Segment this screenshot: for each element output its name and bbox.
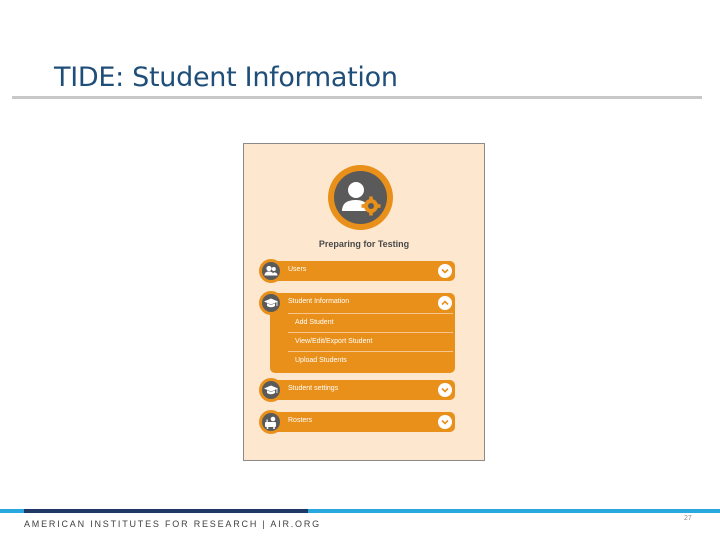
slide-title: TIDE: Student Information (54, 62, 398, 93)
footer-divider-accent (24, 509, 308, 513)
menu-student-information-label: Student Information (288, 298, 350, 305)
tide-screenshot: Preparing for Testing Users Student Info… (243, 143, 485, 461)
submenu-add-student[interactable]: Add Student (288, 313, 453, 332)
submenu-view-edit-export-label: View/Edit/Export Student (295, 338, 373, 345)
title-divider (12, 96, 702, 99)
submenu-view-edit-export-student[interactable]: View/Edit/Export Student (288, 332, 453, 351)
users-icon-circle (259, 259, 283, 283)
graduation-cap-icon (262, 294, 280, 312)
chevron-down-icon[interactable] (438, 264, 452, 278)
submenu-add-student-label: Add Student (295, 319, 334, 326)
hero-icon-circle (328, 165, 393, 230)
roster-icon (262, 413, 280, 431)
rosters-icon-circle (259, 410, 283, 434)
chevron-up-icon[interactable] (438, 296, 452, 310)
chevron-down-icon[interactable] (438, 415, 452, 429)
page-number: 27 (684, 515, 692, 522)
student-settings-icon-circle (259, 378, 283, 402)
users-icon (262, 262, 280, 280)
user-gear-icon (334, 171, 387, 224)
submenu-upload-students-label: Upload Students (295, 357, 347, 364)
menu-student-settings-label: Student settings (288, 385, 339, 392)
student-information-submenu: Add Student View/Edit/Export Student Upl… (270, 313, 455, 373)
menu-student-information[interactable]: Student Information Add Student View/Edi… (270, 293, 455, 373)
graduation-cap-icon (262, 381, 280, 399)
student-information-icon-circle (259, 291, 283, 315)
submenu-upload-students[interactable]: Upload Students (288, 351, 453, 370)
menu-rosters-label: Rosters (288, 417, 313, 424)
menu-student-settings[interactable]: Student settings (270, 380, 455, 400)
menu-users[interactable]: Users (270, 261, 455, 281)
menu-rosters[interactable]: Rosters (270, 412, 455, 432)
chevron-down-icon[interactable] (438, 383, 452, 397)
footer-organization: AMERICAN INSTITUTES FOR RESEARCH | AIR.O… (24, 519, 321, 529)
menu-users-label: Users (288, 266, 307, 273)
preparing-for-testing-heading: Preparing for Testing (318, 239, 410, 249)
